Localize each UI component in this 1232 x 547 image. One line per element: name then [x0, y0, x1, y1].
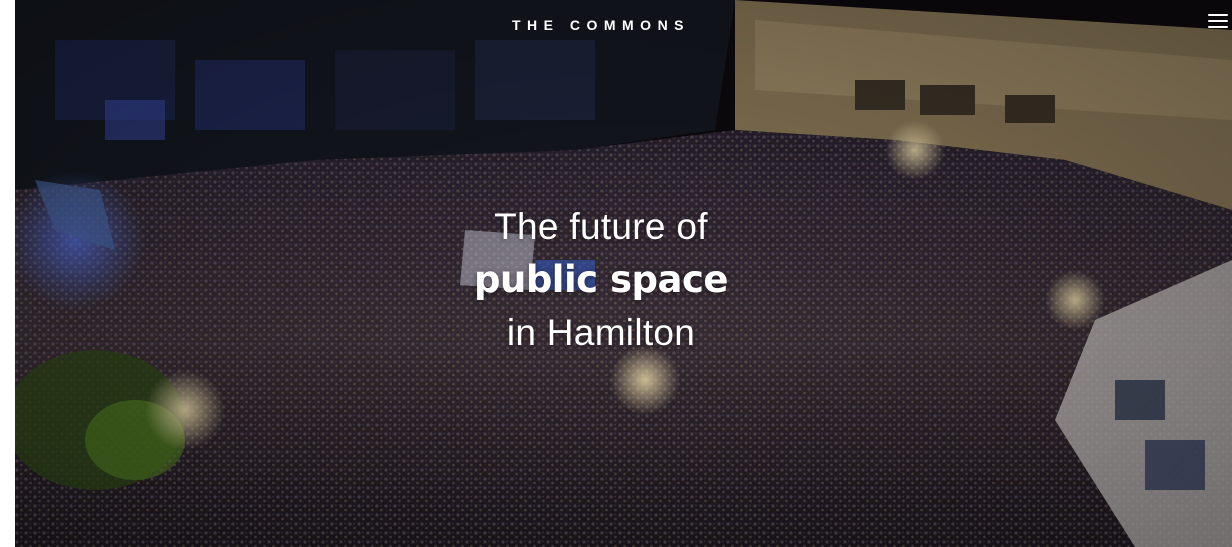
site-logo[interactable]: THE COMMONS	[0, 17, 1217, 33]
headline-line-2: public space	[474, 258, 729, 301]
headline-line-3: in Hamilton	[506, 312, 696, 353]
hamburger-menu-icon[interactable]	[1208, 14, 1228, 30]
headline-line-1: The future of	[494, 206, 708, 247]
hero-headline: The future of public space in Hamilton	[0, 200, 1217, 359]
